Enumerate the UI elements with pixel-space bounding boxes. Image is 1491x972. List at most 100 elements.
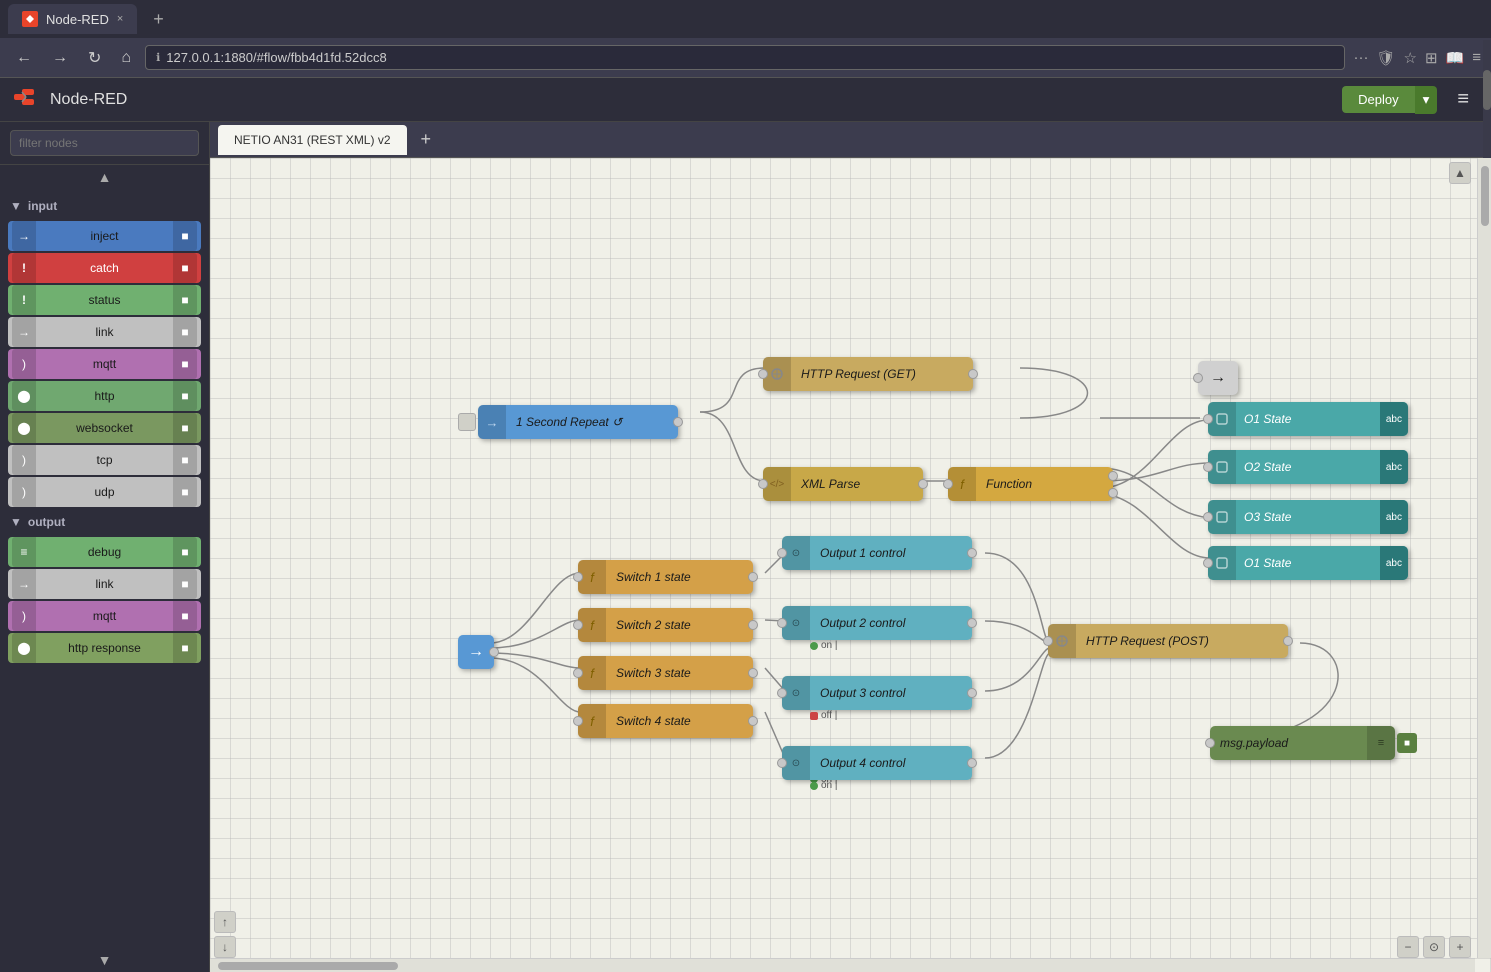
more-icon[interactable]: ···	[1353, 49, 1368, 67]
back-button[interactable]: ←	[10, 45, 38, 71]
xml-parse-node[interactable]: </> XML Parse	[763, 467, 923, 501]
msg-payload-toggle[interactable]: ■	[1397, 733, 1417, 753]
output3-node[interactable]: ⊙ Output 3 control	[782, 676, 972, 710]
sidebar-scroll-up-btn[interactable]: ▲	[0, 165, 209, 189]
http-get-label: HTTP Request (GET)	[791, 367, 973, 381]
tab-favicon	[22, 11, 38, 27]
tab-close-btn[interactable]: ×	[117, 13, 123, 25]
xml-parse-port-right	[918, 479, 928, 489]
output3-status-text: off |	[821, 710, 837, 721]
output2-port-right	[967, 618, 977, 628]
mqtt-out-icon: )	[12, 601, 36, 631]
o1-state-bot-node[interactable]: O1 State abc	[1208, 546, 1408, 580]
hamburger-menu-button[interactable]: ≡	[1449, 84, 1477, 115]
address-bar[interactable]: ℹ 127.0.0.1:1880/#flow/fbb4d1fd.52dcc8	[145, 45, 1345, 70]
output3-port-left	[777, 688, 787, 698]
node-link-out[interactable]: → link ■	[8, 569, 201, 599]
zoom-reset-btn[interactable]: ⊙	[1423, 936, 1445, 958]
node-status[interactable]: ! status ■	[8, 285, 201, 315]
node-debug[interactable]: ≡ debug ■	[8, 537, 201, 567]
deploy-button[interactable]: Deploy	[1342, 86, 1414, 113]
http-post-node[interactable]: HTTP Request (POST)	[1048, 624, 1288, 658]
node-udp-in[interactable]: ) udp ■	[8, 477, 201, 507]
deploy-dropdown-button[interactable]: ▾	[1415, 86, 1438, 114]
output1-node[interactable]: ⊙ Output 1 control	[782, 536, 972, 570]
output-section-header[interactable]: ▼ output	[0, 509, 209, 535]
node-websocket-in[interactable]: ⬤ websocket ■	[8, 413, 201, 443]
menu-icon[interactable]: ≡	[1472, 49, 1481, 67]
o3-state-node[interactable]: O3 State abc	[1208, 500, 1408, 534]
link-out-port: ■	[173, 569, 197, 599]
new-tab-button[interactable]: +	[145, 5, 172, 34]
o2-state-node[interactable]: O2 State abc	[1208, 450, 1408, 484]
function-node[interactable]: f Function	[948, 467, 1113, 501]
zoom-plus-btn[interactable]: +	[1449, 936, 1471, 958]
input-section-header[interactable]: ▼ input	[0, 193, 209, 219]
filter-nodes-input[interactable]	[10, 130, 199, 156]
switch2-node[interactable]: f Switch 2 state	[578, 608, 753, 642]
node-catch[interactable]: ! catch ■	[8, 253, 201, 283]
inject-left-node[interactable]: →	[458, 635, 494, 669]
node-http-response[interactable]: ⬤ http response ■	[8, 633, 201, 663]
switch3-node[interactable]: f Switch 3 state	[578, 656, 753, 690]
switch4-node[interactable]: f Switch 4 state	[578, 704, 753, 738]
catch-port: ■	[173, 253, 197, 283]
output-section-label: output	[28, 515, 65, 529]
zoom-minus-btn[interactable]: −	[1397, 936, 1419, 958]
forward-button[interactable]: →	[46, 45, 74, 71]
output2-port-left	[777, 618, 787, 628]
sidebar: ▲ ▼ input → inject ■ ! catch ■	[0, 122, 210, 972]
reload-button[interactable]: ↻	[82, 44, 107, 72]
output2-node[interactable]: ⊙ Output 2 control	[782, 606, 972, 640]
o1-state-bot-port-left	[1203, 558, 1213, 568]
node-inject[interactable]: → inject ■	[8, 221, 201, 251]
home-button[interactable]: ⌂	[115, 45, 137, 71]
output4-label: Output 4 control	[810, 756, 972, 770]
canvas-area: NETIO AN31 (REST XML) v2 +	[210, 122, 1491, 972]
output-section-arrow: ▼	[10, 515, 22, 529]
mqtt-in-icon: )	[12, 349, 36, 379]
http-post-label: HTTP Request (POST)	[1076, 634, 1288, 648]
msg-payload-node[interactable]: msg.payload ≡ ■	[1210, 726, 1395, 760]
output1-port-left	[777, 548, 787, 558]
browser-tab[interactable]: Node-RED ×	[8, 4, 137, 34]
inject-node[interactable]: → 1 Second Repeat ↺	[478, 405, 678, 439]
link-out-icon: →	[12, 569, 36, 599]
extensions-icon[interactable]: ⊞	[1425, 49, 1438, 67]
canvas-down-btn[interactable]: ↓	[214, 936, 236, 958]
node-link-top[interactable]: →	[1198, 361, 1238, 395]
node-link-in[interactable]: → link ■	[8, 317, 201, 347]
node-http-in[interactable]: ⬤ http ■	[8, 381, 201, 411]
output1-port-right	[967, 548, 977, 558]
flow-canvas[interactable]: → → 1 Second Repeat ↺	[210, 158, 1491, 972]
function-port-right-2	[1108, 488, 1118, 498]
add-tab-button[interactable]: +	[411, 125, 442, 154]
canvas-tab-main[interactable]: NETIO AN31 (REST XML) v2	[218, 125, 407, 155]
node-tcp-in[interactable]: ) tcp ■	[8, 445, 201, 475]
sidebar-scroll-down-btn[interactable]: ▼	[0, 948, 209, 972]
node-catch-label: catch	[36, 261, 173, 275]
o1-state-top-node[interactable]: O1 State abc	[1208, 402, 1408, 436]
node-mqtt-in[interactable]: ) mqtt ■	[8, 349, 201, 379]
output2-status-dot	[810, 642, 818, 650]
switch2-label: Switch 2 state	[606, 618, 753, 632]
inject-node-label: 1 Second Repeat ↺	[506, 415, 678, 429]
node-mqtt-out[interactable]: ) mqtt ■	[8, 601, 201, 631]
canvas-scrollbar-v[interactable]	[1477, 158, 1491, 958]
output2-status: on |	[810, 640, 838, 651]
output3-port-right	[967, 688, 977, 698]
status-icon: !	[12, 285, 36, 315]
bookmark-icon[interactable]: ☆	[1404, 49, 1417, 67]
canvas-nav-up[interactable]: ▲	[1449, 162, 1471, 184]
node-http-response-label: http response	[36, 641, 173, 655]
switch2-port-left	[573, 620, 583, 630]
mqtt-in-port: ■	[173, 349, 197, 379]
output3-status: off |	[810, 710, 837, 721]
http-get-node[interactable]: HTTP Request (GET)	[763, 357, 973, 391]
canvas-up-btn[interactable]: ↑	[214, 911, 236, 933]
switch1-node[interactable]: f Switch 1 state	[578, 560, 753, 594]
reader-icon[interactable]: 📖	[1446, 49, 1465, 67]
output4-node[interactable]: ⊙ Output 4 control	[782, 746, 972, 780]
canvas-scrollbar-h[interactable]	[210, 958, 1475, 972]
inject-trigger-btn[interactable]	[458, 413, 476, 431]
